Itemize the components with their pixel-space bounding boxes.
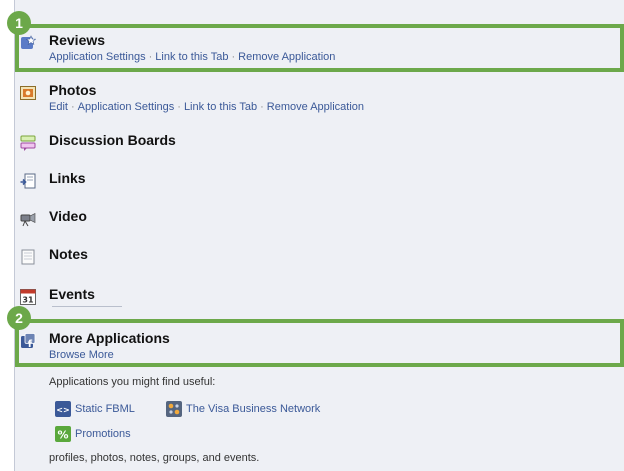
edit-link[interactable]: Edit (49, 101, 68, 113)
highlight-box-2 (15, 319, 624, 367)
app-title-video[interactable]: Video (49, 208, 87, 224)
app-title-photos[interactable]: Photos (49, 82, 96, 98)
suggested-app-static-fbml[interactable]: <> Static FBML (55, 401, 135, 417)
app-links-photos: Edit · Application Settings · Link to this T… (49, 101, 365, 113)
app-title-discussion-boards[interactable]: Discussion Boards (49, 132, 176, 148)
calendar-icon: 31 (20, 289, 36, 305)
percent-icon: % (55, 426, 71, 442)
footer-description: profiles, photos, notes, groups, and eve… (49, 452, 260, 464)
callout-badge-1: 1 (7, 11, 31, 35)
svg-text:%: % (57, 429, 68, 442)
links-icon (20, 173, 36, 189)
app-title-events[interactable]: Events (49, 286, 95, 302)
discussion-boards-icon (20, 135, 36, 151)
video-camera-icon (20, 213, 36, 227)
clipped-divider (52, 306, 122, 307)
highlight-box-1 (15, 24, 624, 72)
callout-badge-2: 2 (7, 306, 31, 330)
remove-application-link[interactable]: Remove Application (267, 101, 364, 113)
photos-icon (20, 86, 36, 100)
static-fbml-link[interactable]: Static FBML (75, 403, 135, 415)
visa-business-network-link[interactable]: The Visa Business Network (186, 403, 320, 415)
promotions-link[interactable]: Promotions (75, 428, 131, 440)
link-to-tab-link[interactable]: Link to this Tab (184, 101, 257, 113)
suggested-app-visa-network[interactable]: The Visa Business Network (166, 401, 320, 417)
notes-icon (21, 249, 35, 265)
fbml-code-icon: <> (55, 401, 71, 417)
application-settings-link[interactable]: Application Settings (78, 101, 175, 113)
suggested-app-promotions[interactable]: % Promotions (55, 426, 131, 442)
svg-text:31: 31 (22, 296, 34, 305)
app-title-links[interactable]: Links (49, 170, 86, 186)
suggestion-heading: Applications you might find useful: (49, 376, 216, 388)
visa-network-icon (166, 401, 182, 417)
svg-text:<>: <> (56, 406, 69, 415)
app-title-notes[interactable]: Notes (49, 246, 88, 262)
